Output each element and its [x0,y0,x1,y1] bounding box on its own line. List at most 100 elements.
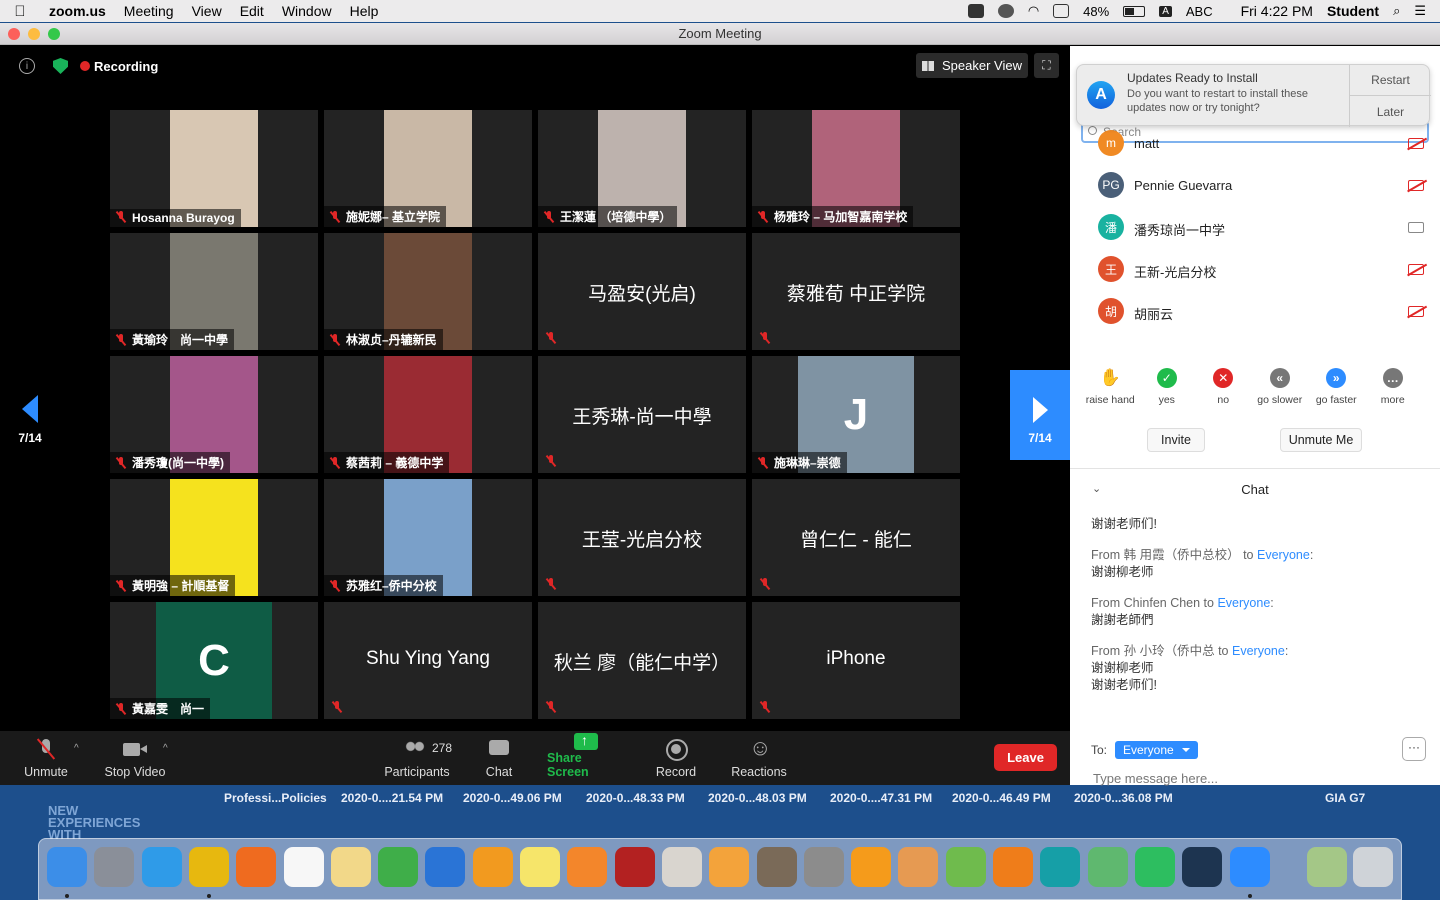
video-options-caret-icon[interactable]: ^ [163,743,168,754]
evernote-status-icon[interactable] [997,4,1014,18]
books-icon[interactable] [472,847,513,887]
feedback-rewind-button[interactable]: « go slower [1252,368,1309,414]
numbers-icon[interactable] [378,847,419,887]
video-tile[interactable]: Shu Ying Yang [324,602,532,719]
launchpad-icon[interactable] [94,847,135,887]
calendar-icon[interactable] [283,847,324,887]
fullscreen-button[interactable]: ⛶ [1034,53,1059,78]
chat-recipient-dropdown[interactable]: Everyone [1115,741,1198,759]
system-prefs-icon[interactable] [803,847,844,887]
desktop-file-label[interactable]: 2020-0...46.49 PM [952,791,1051,805]
audio-options-caret-icon[interactable]: ^ [74,743,79,754]
sketch-icon[interactable] [661,847,702,887]
restart-button[interactable]: Restart [1350,65,1431,96]
leave-button[interactable]: Leave [994,744,1057,771]
video-tile[interactable]: 黃瑜玲 尚一中學 [110,233,318,350]
firefox-icon[interactable] [236,847,277,887]
recording-label[interactable]: Recording [94,59,158,74]
chat-recipient-link[interactable]: Everyone [1232,644,1285,658]
participant-row[interactable]: 潘潘秀琼尚一中学 [1070,205,1440,247]
folder-icon[interactable] [898,847,939,887]
gimp-icon[interactable] [756,847,797,887]
desktop-file-label[interactable]: 2020-0...36.08 PM [1074,791,1173,805]
moodle-icon[interactable] [851,847,892,887]
participants-button[interactable]: Participants [381,731,453,785]
invite-button[interactable]: Invite [1147,428,1205,452]
maps-icon[interactable] [945,847,986,887]
stop-video-button[interactable]: Stop Video [102,731,168,785]
unmute-me-button[interactable]: Unmute Me [1280,428,1362,452]
spotlight-icon[interactable]: ⌕ [1393,3,1400,19]
participant-row[interactable]: 胡胡丽云 [1070,289,1440,331]
menu-app[interactable]: zoom.us [40,3,115,19]
menu-view[interactable]: View [183,3,231,19]
video-tile[interactable]: 施妮娜– 基立学院 [324,110,532,227]
reactions-button[interactable]: Reactions [730,731,788,785]
feedback-raise-hand-button[interactable]: ✋ raise hand [1082,368,1139,414]
desktop-file-label[interactable]: 2020-0....47.31 PM [830,791,932,805]
chrome-icon[interactable] [188,847,229,887]
video-tile[interactable]: 马盈安(光启) [538,233,746,350]
blender-icon[interactable] [993,847,1033,887]
participant-row[interactable]: m matt [1070,121,1440,163]
feedback-fast-forward-button[interactable]: » go faster [1308,368,1365,414]
unmute-button[interactable]: Unmute [22,731,70,785]
arduino-icon[interactable] [1040,847,1081,887]
safari-icon[interactable] [141,847,182,887]
meeting-info-icon[interactable]: i [19,58,35,74]
scratch-icon[interactable] [709,847,750,887]
video-tile[interactable]: 王莹-光启分校 [538,479,746,596]
feedback-check-button[interactable]: ✓ yes [1139,368,1196,414]
video-tile[interactable]: 潘秀瓊(尚一中學) [110,356,318,473]
trash-icon[interactable] [1353,847,1393,887]
user-name[interactable]: Student [1327,3,1379,19]
zoom-status-icon[interactable] [967,4,984,18]
apple-icon[interactable]:  [0,3,40,20]
menu-window[interactable]: Window [273,3,341,19]
chat-button[interactable]: Chat [484,731,514,785]
desktop-file-label[interactable]: 2020-0...48.33 PM [586,791,685,805]
video-tile[interactable]: 曾仁仁 - 能仁 [752,479,960,596]
stickies-icon[interactable] [520,847,560,887]
video-tile[interactable]: iPhone [752,602,960,719]
pages-icon[interactable] [567,847,608,887]
photo-booth-icon[interactable] [614,847,655,887]
notes-pad-icon[interactable] [330,847,371,887]
speaker-view-button[interactable]: Speaker View [916,53,1028,78]
video-tile[interactable]: 黃明強 – 計順基督 [110,479,318,596]
video-tile[interactable]: 蔡茜莉 – 義德中学 [324,356,532,473]
video-tile[interactable]: 杨雅玲 – 马加智嘉南学校 [752,110,960,227]
vectorworks-icon[interactable] [1182,847,1223,887]
menu-meeting[interactable]: Meeting [115,3,183,19]
airplay-icon[interactable] [1053,4,1070,18]
chat-recipient-link[interactable]: Everyone [1257,548,1310,562]
battery-percent[interactable]: 48% [1083,4,1109,19]
battery-icon[interactable] [1123,5,1146,17]
desktop-file-label[interactable]: 2020-0...49.06 PM [463,791,562,805]
desktop-file-label[interactable]: GIA G7 [1325,791,1365,805]
keynote-icon[interactable] [425,847,466,887]
feedback-x-button[interactable]: ✕ no [1195,368,1252,414]
participant-row[interactable]: PG Pennie Guevarra [1070,163,1440,205]
atom-icon[interactable] [1087,847,1128,887]
input-source-label[interactable]: ABC [1186,4,1213,19]
chat-more-button[interactable]: ··· [1402,737,1426,761]
video-tile[interactable]: 苏雅红–侨中分校 [324,479,532,596]
video-tile[interactable]: 蔡雅荀 中正学院 [752,233,960,350]
chat-recipient-link[interactable]: Everyone [1217,596,1270,610]
chat-message-input[interactable]: Type message here... [1093,771,1218,786]
video-tile[interactable]: Hosanna Burayog [110,110,318,227]
prev-page-button[interactable]: 7/14 [15,395,45,445]
video-tile[interactable]: 秋兰 廖（能仁中学） [538,602,746,719]
next-page-button[interactable]: 7/14 [1010,370,1070,460]
desktop-file-label[interactable]: Professi...Policies [224,791,327,805]
video-tile[interactable]: J 施琳琳–崇德 [752,356,960,473]
video-tile[interactable]: C 黃嘉雯 尚一 [110,602,318,719]
feedback-more-button[interactable]: … more [1365,368,1422,414]
menu-edit[interactable]: Edit [231,3,273,19]
preview-icon[interactable] [1307,847,1347,887]
share-screen-button[interactable]: Share Screen [547,731,625,785]
wifi-icon[interactable]: ◠ [1028,3,1039,19]
desktop-file-label[interactable]: 2020-0....21.54 PM [341,791,443,805]
participant-row[interactable]: 王王新-光启分校 [1070,247,1440,289]
